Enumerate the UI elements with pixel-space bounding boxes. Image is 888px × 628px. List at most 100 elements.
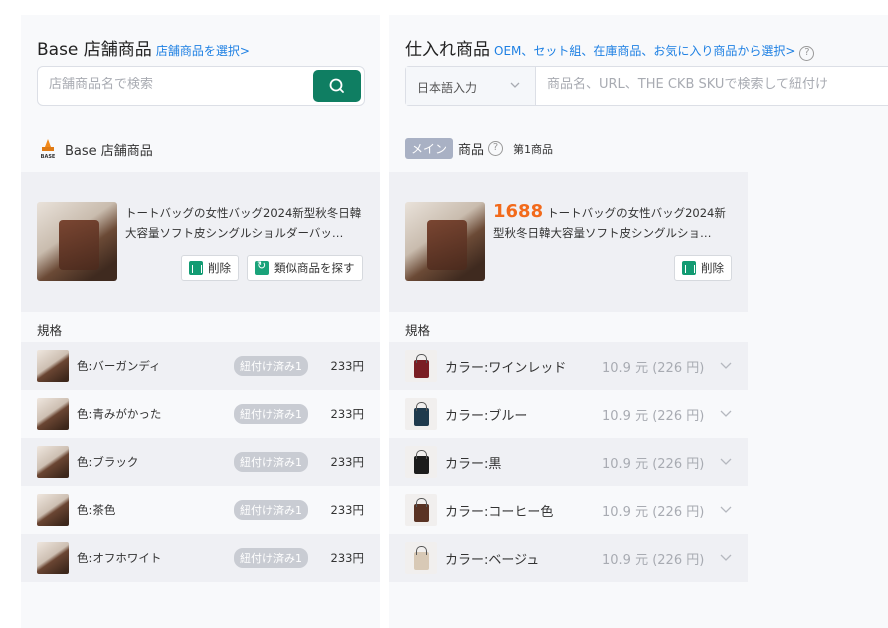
- help-icon[interactable]: ?: [799, 46, 815, 61]
- variant-name: カラー:ベージュ: [445, 553, 540, 568]
- store-variant-row[interactable]: 色:バーガンディ 紐付け済み1 233円: [21, 342, 380, 390]
- right-section-header: メイン 商品 ? 第1商品: [405, 138, 553, 159]
- right-panel-header: 仕入れ商品 OEM、セット組、在庫商品、お気に入り商品から選択> ?: [405, 35, 815, 61]
- delete-store-product-button[interactable]: 削除: [181, 255, 239, 281]
- store-variant-row[interactable]: 色:茶色 紐付け済み1 233円: [21, 486, 380, 534]
- bag-icon: [414, 546, 429, 570]
- purchase-product-panel: 仕入れ商品 OEM、セット組、在庫商品、お気に入り商品から選択> ? 日本語入力…: [389, 15, 888, 628]
- bag-icon: [414, 402, 429, 426]
- left-spec-label: 規格: [37, 323, 63, 338]
- variant-name: 色:ブラック: [77, 455, 139, 469]
- variant-price: 10.9 元 (226 円): [602, 505, 705, 520]
- variant-price: 10.9 元 (226 円): [602, 361, 705, 376]
- chevron-down-icon[interactable]: [719, 358, 733, 372]
- variant-name: 色:オフホワイト: [77, 551, 162, 565]
- variant-name: カラー:ブルー: [445, 409, 528, 424]
- purchase-product-title-block: 1688 トートバッグの女性バッグ2024新型秋冬日韓大容量ソフト皮シングルショ…: [493, 202, 733, 243]
- variant-thumbnail: [37, 446, 69, 478]
- search-icon: [329, 78, 344, 93]
- similar-search-icon: [255, 259, 269, 275]
- store-product-title: トートバッグの女性バッグ2024新型秋冬日韓大容量ソフト皮シングルショルダーバッ…: [125, 206, 362, 240]
- find-similar-button[interactable]: 類似商品を探す: [247, 255, 363, 281]
- purchase-variant-row[interactable]: カラー:コーヒー色 10.9 元 (226 円): [389, 486, 748, 534]
- linked-status-badge: 紐付け済み1: [234, 500, 308, 520]
- variant-price: 233円: [330, 407, 364, 421]
- right-panel-title: 仕入れ商品: [405, 40, 490, 60]
- store-variant-row[interactable]: 色:ブラック 紐付け済み1 233円: [21, 438, 380, 486]
- purchase-variant-row[interactable]: カラー:ワインレッド 10.9 元 (226 円): [389, 342, 748, 390]
- store-search-button[interactable]: [313, 70, 361, 102]
- variant-thumbnail: [37, 494, 69, 526]
- variant-price: 233円: [330, 455, 364, 469]
- purchase-search-box: 日本語入力: [405, 66, 888, 106]
- product-index-label: 第1商品: [513, 142, 554, 156]
- trash-icon: [682, 261, 696, 275]
- purchase-search-input[interactable]: [547, 77, 888, 92]
- chevron-down-icon[interactable]: [719, 502, 733, 516]
- linked-status-badge: 紐付け済み1: [234, 404, 308, 424]
- right-section-label: 商品: [458, 143, 485, 158]
- select-store-product-link[interactable]: 店舗商品を選択>: [156, 42, 250, 59]
- variant-thumbnail: [37, 542, 69, 574]
- variant-name: カラー:黒: [445, 457, 502, 472]
- store-product-image: [37, 202, 117, 281]
- variant-thumbnail: [37, 398, 69, 430]
- variant-thumbnail: [405, 494, 437, 526]
- left-panel-title: Base 店舗商品: [37, 40, 152, 60]
- linked-status-badge: 紐付け済み1: [234, 452, 308, 472]
- base-store-panel: Base 店舗商品 店舗商品を選択> BASE Base 店舗商品 トートバッグ…: [21, 15, 380, 628]
- bag-icon: [414, 498, 429, 522]
- variant-name: 色:青みがかった: [77, 407, 162, 421]
- left-section-header: BASE Base 店舗商品: [38, 138, 153, 160]
- chevron-down-icon[interactable]: [719, 406, 733, 420]
- right-spec-label: 規格: [405, 323, 431, 338]
- trash-icon: [189, 261, 203, 275]
- delete-purchase-product-button[interactable]: 削除: [674, 255, 732, 281]
- variant-thumbnail: [405, 350, 437, 382]
- bag-icon: [414, 450, 429, 474]
- variant-price: 233円: [330, 551, 364, 565]
- store-search-input[interactable]: [49, 77, 309, 92]
- delete-label: 削除: [208, 261, 231, 275]
- variant-name: カラー:コーヒー色: [445, 505, 554, 520]
- help-icon[interactable]: ?: [488, 141, 504, 156]
- variant-price: 10.9 元 (226 円): [602, 409, 705, 424]
- chevron-down-icon[interactable]: [719, 550, 733, 564]
- chevron-down-icon: [510, 82, 520, 88]
- select-source-link[interactable]: OEM、セット組、在庫商品、お気に入り商品から選択>: [494, 42, 795, 59]
- chevron-down-icon[interactable]: [719, 454, 733, 468]
- base-logo-text: BASE: [41, 154, 56, 160]
- input-language-value: 日本語入力: [417, 81, 478, 95]
- variant-thumbnail: [405, 398, 437, 430]
- purchase-variant-row[interactable]: カラー:ブルー 10.9 元 (226 円): [389, 390, 748, 438]
- linked-status-badge: 紐付け済み1: [234, 356, 308, 376]
- left-section-label: Base 店舗商品: [65, 143, 153, 159]
- main-badge: メイン: [405, 138, 454, 159]
- variant-name: 色:茶色: [77, 503, 116, 517]
- variant-name: カラー:ワインレッド: [445, 361, 567, 376]
- input-language-select[interactable]: 日本語入力: [406, 67, 536, 105]
- purchase-product-card: 1688 トートバッグの女性バッグ2024新型秋冬日韓大容量ソフト皮シングルショ……: [389, 172, 748, 312]
- purchase-product-image: [405, 202, 485, 281]
- variant-thumbnail: [37, 350, 69, 382]
- store-product-card: トートバッグの女性バッグ2024新型秋冬日韓大容量ソフト皮シングルショルダーバッ…: [21, 172, 380, 312]
- left-panel-header: Base 店舗商品 店舗商品を選択>: [37, 35, 250, 60]
- variant-price: 233円: [330, 359, 364, 373]
- store-variant-row[interactable]: 色:オフホワイト 紐付け済み1 233円: [21, 534, 380, 582]
- variant-name: 色:バーガンディ: [77, 359, 161, 373]
- store-search-box: [37, 66, 365, 106]
- find-similar-label: 類似商品を探す: [274, 261, 355, 275]
- purchase-variant-row[interactable]: カラー:ベージュ 10.9 元 (226 円): [389, 534, 748, 582]
- brand-1688-logo: 1688: [493, 201, 544, 222]
- purchase-variant-row[interactable]: カラー:黒 10.9 元 (226 円): [389, 438, 748, 486]
- variant-price: 10.9 元 (226 円): [602, 457, 705, 472]
- store-variant-row[interactable]: 色:青みがかった 紐付け済み1 233円: [21, 390, 380, 438]
- linked-status-badge: 紐付け済み1: [234, 548, 308, 568]
- bag-icon: [414, 354, 429, 378]
- base-logo-icon: BASE: [38, 138, 58, 160]
- delete-label: 削除: [701, 261, 724, 275]
- variant-price: 233円: [330, 503, 364, 517]
- variant-thumbnail: [405, 542, 437, 574]
- variant-price: 10.9 元 (226 円): [602, 553, 705, 568]
- variant-thumbnail: [405, 446, 437, 478]
